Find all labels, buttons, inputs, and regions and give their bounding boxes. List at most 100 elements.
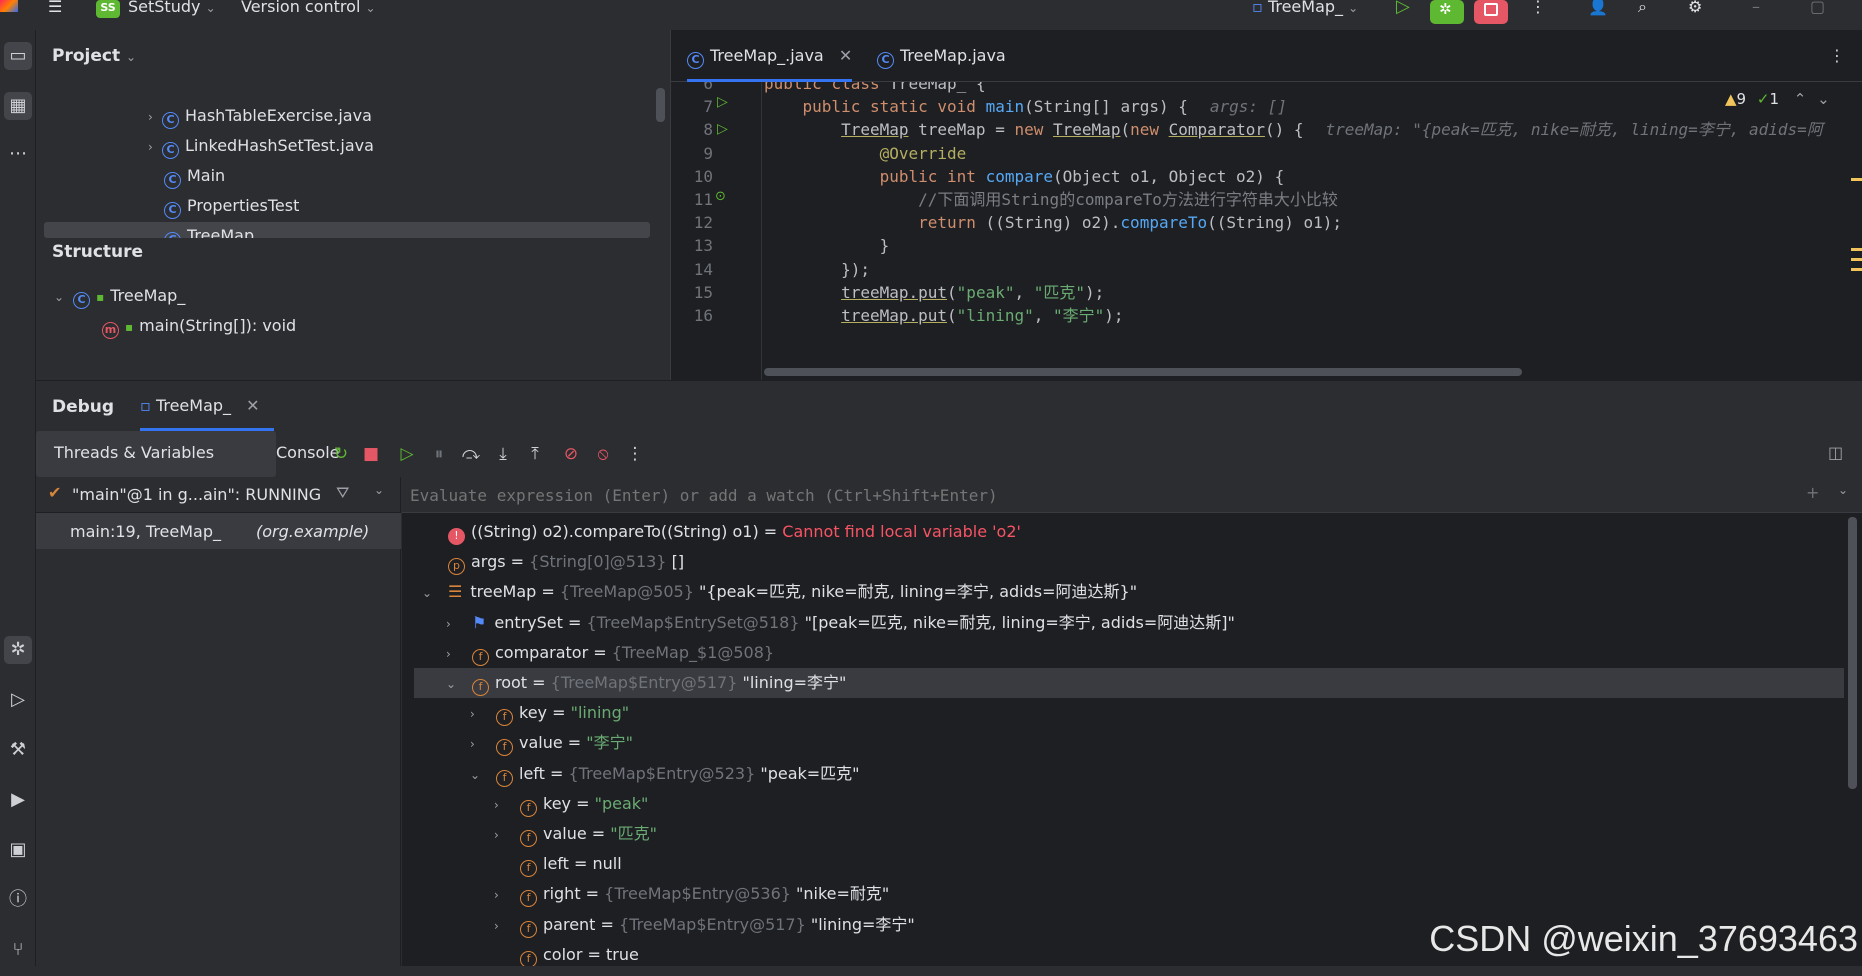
chevron-down-icon[interactable]: ⌄ <box>1838 483 1848 497</box>
project-item[interactable]: C Main <box>164 162 225 190</box>
project-scrollbar[interactable] <box>656 88 665 122</box>
tab-threads-variables[interactable]: Threads & Variables <box>36 431 276 477</box>
variable-row[interactable]: ⌄ f left = {TreeMap$Entry@523} "peak=匹克" <box>414 759 1844 789</box>
debug-button[interactable]: ✲ <box>1430 0 1464 24</box>
chevron-right-icon[interactable]: › <box>494 790 520 820</box>
variable-row[interactable]: › f value = "匹克" <box>414 819 1844 849</box>
stop-button[interactable] <box>1474 0 1508 24</box>
variable-row[interactable]: › f value = "李宁" <box>414 728 1844 758</box>
filter-icon[interactable]: ⛛ <box>336 483 349 503</box>
code-area[interactable]: ▷ ▷ ⊙ 6 public class TreeMap_ {7 public s… <box>671 82 1841 380</box>
gear-icon[interactable]: ⚙ <box>1688 0 1702 30</box>
view-breakpoints-icon[interactable]: ⊘ <box>558 441 584 467</box>
search-icon[interactable]: ⌕ <box>1638 0 1647 30</box>
resume-icon[interactable]: ▷ <box>394 441 420 467</box>
project-item[interactable]: › C LinkedHashSetTest.java <box>148 132 374 160</box>
variable-row[interactable]: › ⚑ entrySet = {TreeMap$EntrySet@518} "[pe… <box>414 608 1844 638</box>
variable-ref: {TreeMap$Entry@536} <box>604 884 791 904</box>
debug-tool-icon[interactable]: ✲ <box>4 636 32 664</box>
stop-icon[interactable]: ■ <box>358 441 384 467</box>
variable-row[interactable]: ⌄ ☰ treeMap = {TreeMap@505} "{peak=匹克, nik… <box>414 577 1844 607</box>
variable-row[interactable]: ! ((String) o2).compareTo((String) o1) = … <box>414 517 1844 547</box>
more-icon[interactable]: ⋮ <box>622 441 648 467</box>
run-tool-icon[interactable]: ▷ <box>4 686 32 714</box>
git-icon[interactable]: ⑂ <box>4 936 32 964</box>
chevron-right-icon[interactable]: › <box>446 609 472 639</box>
tab-treemap-underscore[interactable]: C TreeMap_.java ✕ <box>687 30 853 82</box>
chevron-right-icon[interactable]: › <box>446 639 472 669</box>
more-icon[interactable]: ⋮ <box>1530 0 1546 30</box>
project-item[interactable]: C TreeMap_ <box>44 222 650 238</box>
variable-name: entrySet <box>494 612 563 632</box>
variable-row[interactable]: f left = null <box>414 849 1844 879</box>
project-selector[interactable]: SetStudy ⌄ <box>128 0 216 30</box>
chevron-down-icon[interactable]: ⌄ <box>470 760 496 790</box>
project-item[interactable]: C PropertiesTest <box>164 192 299 220</box>
layout-icon[interactable]: ◫ <box>1828 443 1843 462</box>
build-icon[interactable]: ⚒ <box>4 736 32 764</box>
field-icon: f <box>496 769 513 787</box>
structure-root[interactable]: ⌄ C ▪ TreeMap_ <box>54 282 185 310</box>
main-menu-icon[interactable]: ☰ <box>48 0 62 30</box>
variable-row[interactable]: p args = {String[0]@513} [] <box>414 547 1844 577</box>
warning-marker[interactable] <box>1851 258 1862 261</box>
close-icon[interactable]: ✕ <box>246 396 259 415</box>
chevron-down-icon[interactable]: ⌄ <box>446 669 472 699</box>
step-into-icon[interactable]: ⤓ <box>490 441 516 467</box>
problems-icon[interactable]: ⓘ <box>4 886 32 914</box>
run-gutter-icon[interactable]: ▷ <box>717 94 728 110</box>
more-tools-icon[interactable]: ⋯ <box>4 140 32 168</box>
debug-session-tab[interactable]: ▫ TreeMap_ ✕ <box>140 381 274 431</box>
editor-h-scrollbar[interactable] <box>764 368 1522 376</box>
chevron-right-icon[interactable]: › <box>494 820 520 850</box>
minimize-icon[interactable]: – <box>1752 0 1760 30</box>
variable-row[interactable]: › f key = "peak" <box>414 789 1844 819</box>
chevron-down-icon[interactable]: ⌄ <box>374 483 384 497</box>
thread-selector[interactable]: ✔ "main"@1 in g...ain": RUNNING ⛛ ⌄ <box>36 477 401 513</box>
step-over-icon[interactable]: ⤼ <box>458 441 484 467</box>
terminal-icon[interactable]: ▣ <box>4 836 32 864</box>
chevron-down-icon[interactable]: ⌄ <box>422 578 448 608</box>
mute-breakpoints-icon[interactable]: ⦸ <box>590 441 616 467</box>
tab-treemap[interactable]: C TreeMap.java <box>877 30 1006 82</box>
step-out-icon[interactable]: ⤒ <box>522 441 548 467</box>
warning-marker[interactable] <box>1851 178 1862 181</box>
chevron-right-icon[interactable]: › <box>494 880 520 910</box>
chevron-right-icon[interactable]: › <box>148 133 162 161</box>
variable-value: "lining=李宁" <box>805 914 915 934</box>
add-user-icon[interactable]: 👤 <box>1588 0 1608 30</box>
run-icon[interactable]: ▷ <box>1396 0 1410 30</box>
restore-icon[interactable]: ▢ <box>1810 0 1825 30</box>
thread-status: "main"@1 in g...ain": RUNNING <box>72 485 322 504</box>
pause-icon[interactable]: ⏸ <box>426 441 452 467</box>
run-config-selector[interactable]: ▫ TreeMap_ ⌄ <box>1252 0 1358 30</box>
warning-marker[interactable] <box>1851 268 1862 271</box>
services-icon[interactable]: ▶ <box>4 786 32 814</box>
variable-row[interactable]: ⌄ f root = {TreeMap$Entry@517} "lining=李宁" <box>414 668 1844 698</box>
structure-method[interactable]: m ▪ main(String[]): void <box>102 312 296 340</box>
add-watch-icon[interactable]: + <box>1806 483 1819 502</box>
variable-row[interactable]: › f comparator = {TreeMap_$1@508} <box>414 638 1844 668</box>
watermark: CSDN @weixin_37693463 <box>1429 918 1858 959</box>
project-item[interactable]: › C HashTableExercise.java <box>148 102 372 130</box>
close-icon[interactable]: ✕ <box>839 46 852 65</box>
rerun-icon[interactable]: ↻ <box>328 441 354 467</box>
chevron-right-icon[interactable]: › <box>148 103 162 131</box>
vcs-selector[interactable]: Version control ⌄ <box>241 0 376 30</box>
evaluate-input[interactable] <box>410 483 1690 507</box>
stack-frame[interactable]: main:19, TreeMap_ (org.example) <box>36 513 401 549</box>
run-gutter-icon[interactable]: ▷ <box>717 121 728 137</box>
chevron-right-icon[interactable]: › <box>494 911 520 941</box>
project-panel-title[interactable]: Project ⌄ <box>52 46 136 66</box>
variables-scrollbar[interactable] <box>1848 517 1857 789</box>
chevron-right-icon[interactable]: › <box>470 729 496 759</box>
variable-row[interactable]: › f key = "lining" <box>414 698 1844 728</box>
override-gutter-icon[interactable]: ⊙ <box>715 189 726 204</box>
tab-options-icon[interactable]: ⋮ <box>1829 30 1845 82</box>
variable-value: "lining=李宁" <box>737 673 847 692</box>
folder-icon[interactable]: ▭ <box>4 42 32 70</box>
warning-marker[interactable] <box>1851 248 1862 251</box>
chevron-right-icon[interactable]: › <box>470 699 496 729</box>
variable-row[interactable]: › f right = {TreeMap$Entry@536} "nike=耐克" <box>414 879 1844 909</box>
structure-icon[interactable]: ▦ <box>4 92 32 120</box>
